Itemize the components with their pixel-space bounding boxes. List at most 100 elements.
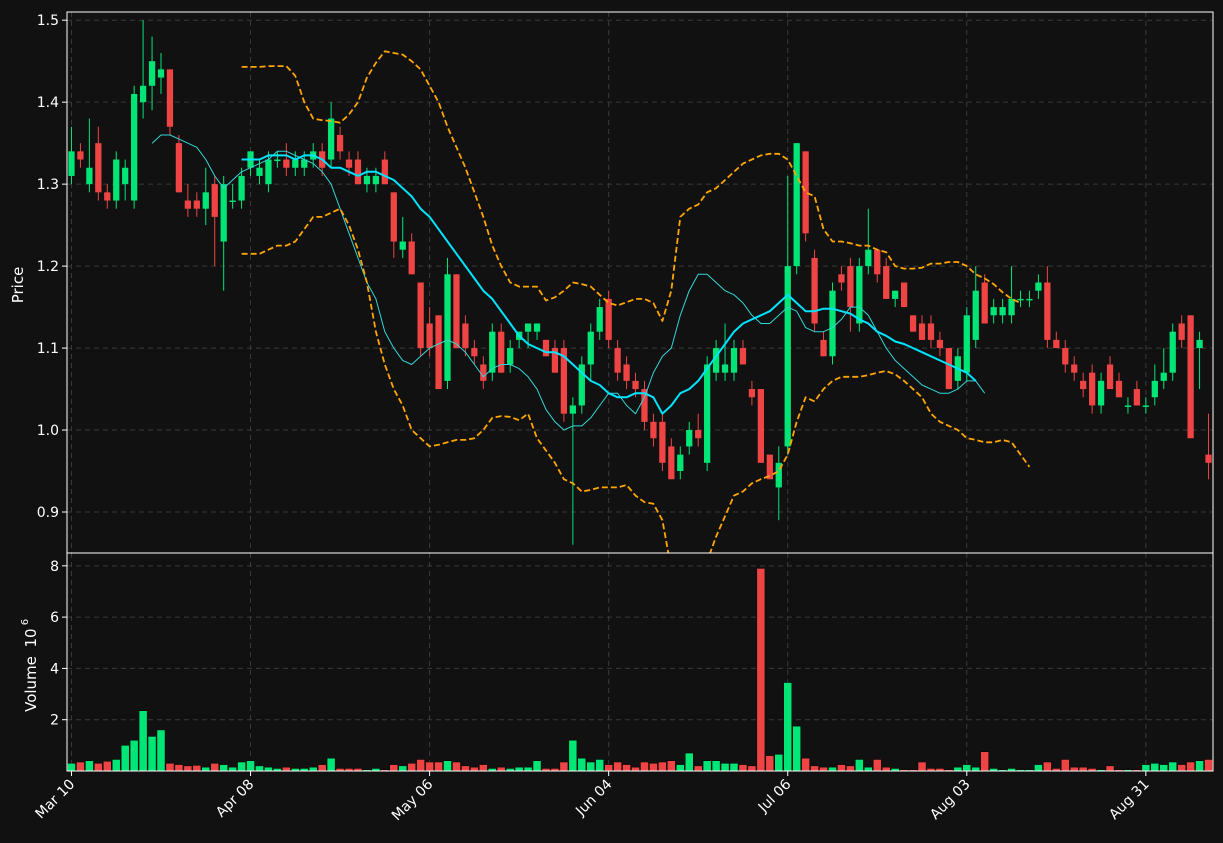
volume-bar (738, 764, 748, 772)
candle-body (909, 315, 917, 332)
volume-bar (452, 761, 461, 772)
volume-axis-title: Volume (22, 656, 40, 712)
volume-bar (165, 763, 175, 772)
candle-body (1088, 372, 1096, 406)
candle-body (1008, 298, 1015, 316)
candle-body (972, 290, 979, 340)
volume-bar (783, 682, 793, 772)
candle-body (856, 266, 863, 324)
candle-body (345, 159, 353, 168)
volume-scale-exponent: 6 (20, 619, 31, 625)
price-tick-label: 1.2 (37, 259, 59, 275)
volume-tick-label: 6 (50, 610, 59, 626)
candle-body (981, 282, 988, 324)
candle-body (793, 143, 800, 267)
candle-body (784, 266, 791, 447)
volume-bar (837, 764, 846, 772)
candle-body (139, 85, 147, 103)
candle-body (677, 454, 684, 472)
candle-body (283, 159, 290, 168)
candle-body (533, 323, 541, 332)
volume-bar (1078, 766, 1088, 772)
price-tick-label: 1.4 (37, 95, 59, 111)
candle (453, 274, 460, 349)
candle-body (77, 151, 84, 160)
candle-body (1053, 339, 1060, 349)
volume-bar (720, 763, 730, 772)
volume-bar (111, 759, 121, 772)
volume-bar (864, 766, 873, 772)
price-axis-title: Price (9, 267, 27, 304)
volume-bar (174, 764, 184, 772)
candle (1187, 315, 1194, 439)
candle-body (1205, 454, 1212, 463)
candle-body (1160, 372, 1167, 381)
candle-body (1026, 298, 1033, 301)
candle-body (122, 167, 129, 185)
volume-bar (828, 766, 837, 772)
candle-body (480, 364, 487, 381)
candle-body (498, 331, 505, 373)
candle-body (435, 315, 442, 390)
candle-body (990, 307, 997, 316)
candle-body (381, 159, 388, 185)
candle-body (811, 257, 818, 324)
chart-background (0, 0, 1223, 843)
candle-body (1035, 282, 1042, 291)
volume-bar (425, 761, 434, 772)
candle-body (417, 282, 424, 349)
candle-body (632, 380, 639, 390)
candle-body (605, 298, 612, 340)
candle-body (256, 167, 263, 176)
candle (578, 356, 585, 414)
candle-body (390, 192, 397, 242)
volume-bar (586, 761, 596, 772)
volume-bar (255, 765, 264, 772)
volume-bar (85, 760, 94, 772)
volume-bar (649, 763, 658, 772)
candle (444, 257, 451, 390)
candle-body (220, 184, 227, 242)
candle (1169, 323, 1176, 381)
candle-body (838, 274, 845, 283)
candle-body (1133, 389, 1141, 406)
volume-bar (667, 760, 676, 772)
candle-body (668, 446, 675, 480)
candle-body (175, 143, 183, 193)
price-tick-label: 1.0 (37, 423, 59, 439)
candle-body (748, 389, 756, 398)
candle-body (1097, 380, 1105, 406)
volume-bar (801, 757, 810, 772)
volume-bar (532, 760, 542, 772)
volume-bar (246, 760, 255, 772)
candle-body (86, 167, 93, 185)
volume-bar (756, 568, 766, 772)
volume-bar (120, 745, 130, 772)
candle-body (686, 430, 693, 447)
candle-body (507, 348, 514, 365)
volume-bar (980, 751, 989, 772)
candle-body (184, 200, 192, 209)
candle-body (820, 339, 827, 357)
volume-bar (1105, 765, 1115, 772)
candle-body (399, 241, 406, 250)
volume-bar (138, 710, 148, 772)
price-tick-label: 1.1 (37, 341, 59, 357)
candle-body (193, 200, 200, 209)
volume-bar (76, 761, 85, 772)
candle-body (489, 331, 496, 373)
volume-bar (1177, 764, 1186, 772)
volume-bar (192, 765, 202, 772)
candle-body (166, 69, 174, 127)
volume-bar (1159, 764, 1169, 772)
candle-body (1106, 364, 1114, 390)
candle (542, 339, 550, 357)
candle (900, 282, 908, 308)
candle-body (1151, 380, 1158, 398)
candle-body (883, 266, 890, 299)
candle-body (462, 323, 469, 349)
candle-body (202, 192, 209, 209)
candle-body (327, 118, 335, 160)
volume-bar (792, 725, 801, 772)
volume-bar (94, 763, 103, 772)
